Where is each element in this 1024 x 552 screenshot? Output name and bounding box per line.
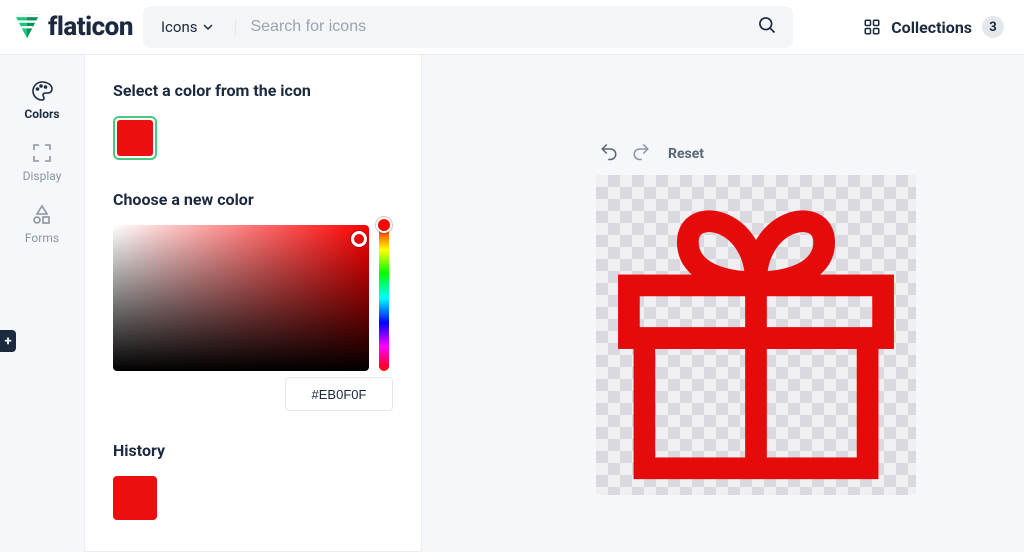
collections-label: Collections [891,18,972,37]
collections-button[interactable]: Collections 3 [855,16,1012,38]
icon-color-swatch[interactable] [113,116,157,160]
color-panel: Select a color from the icon Choose a ne… [84,55,422,552]
collections-count-badge: 3 [982,16,1004,38]
hue-slider[interactable] [379,225,389,371]
history-swatch-1[interactable] [113,476,157,520]
search-icon [757,15,777,35]
shapes-icon [30,203,54,227]
search-input[interactable] [235,18,740,36]
undo-button[interactable] [596,139,622,169]
history-title: History [113,441,393,460]
fullscreen-icon [30,141,54,165]
main-area: Colors Display Forms + Select a color fr… [0,55,1024,552]
tool-colors[interactable]: Colors [6,69,78,129]
category-dropdown-label: Icons [161,18,198,36]
category-dropdown[interactable]: Icons [143,6,232,48]
grid-icon [863,18,881,36]
logo[interactable]: flaticon [12,12,133,42]
canvas-area: Reset [422,55,1024,552]
logo-text: flaticon [48,12,133,42]
redo-button[interactable] [628,139,654,169]
app-header: flaticon Icons Collections 3 [0,0,1024,55]
tool-forms[interactable]: Forms [6,193,78,253]
select-color-title: Select a color from the icon [113,81,393,100]
tool-colors-label: Colors [24,107,59,121]
search-bar: Icons [143,6,793,48]
expand-rail-button[interactable]: + [0,330,16,352]
icon-preview [596,175,916,495]
chevron-down-icon [203,22,213,32]
redo-icon [632,143,650,161]
tool-forms-label: Forms [25,231,59,245]
search-button[interactable] [741,15,793,39]
saturation-value-picker[interactable] [113,225,369,371]
choose-color-title: Choose a new color [113,190,393,209]
undo-icon [600,143,618,161]
flaticon-logo-icon [12,12,42,42]
hue-thumb[interactable] [376,217,392,233]
canvas-toolbar: Reset [596,139,990,169]
sv-thumb[interactable] [351,231,367,247]
gift-icon [601,180,911,490]
tool-display[interactable]: Display [6,131,78,191]
palette-icon [30,79,54,103]
hex-input[interactable] [285,377,393,411]
tool-rail: Colors Display Forms + [0,55,84,552]
tool-display-label: Display [23,169,62,183]
reset-button[interactable]: Reset [668,146,704,162]
